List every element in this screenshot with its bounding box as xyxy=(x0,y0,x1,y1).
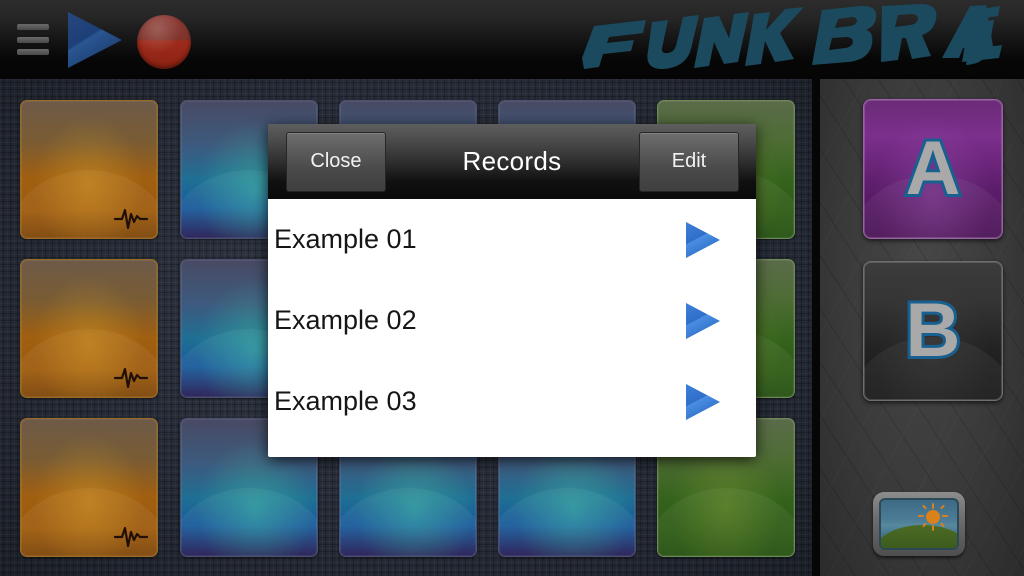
record-name: Example 02 xyxy=(274,305,417,335)
gallery-icon-image xyxy=(879,498,959,550)
pad-r3-c1[interactable] xyxy=(20,418,158,557)
record-name: Example 01 xyxy=(274,224,417,254)
gallery-sun-ray xyxy=(940,504,945,510)
menu-icon-bar xyxy=(17,24,49,30)
app-root: A B Close Records Edit Example 01 Example… xyxy=(0,0,1024,576)
pad-sheen xyxy=(658,487,794,556)
waveform-icon xyxy=(114,526,148,548)
gallery-sun-ray xyxy=(918,515,924,517)
menu-icon-bar xyxy=(17,49,49,55)
record-row[interactable]: Example 02 xyxy=(268,280,756,361)
pad-r1-c1[interactable] xyxy=(20,100,158,239)
top-toolbar xyxy=(0,0,1024,79)
records-dialog: Close Records Edit Example 01 Example 02 E… xyxy=(268,124,756,457)
bank-b-label: B xyxy=(903,288,964,373)
play-icon[interactable] xyxy=(64,9,126,71)
close-button[interactable]: Close xyxy=(286,131,386,192)
gallery-sun-ray xyxy=(922,504,927,510)
menu-icon[interactable] xyxy=(17,24,49,55)
play-icon[interactable] xyxy=(681,219,723,261)
pad-sheen xyxy=(181,487,317,556)
pad-sheen xyxy=(499,487,635,556)
play-icon[interactable] xyxy=(681,300,723,342)
bank-button-b[interactable]: B xyxy=(863,261,1003,401)
gallery-sun xyxy=(926,510,940,524)
record-row[interactable]: Example 03 xyxy=(268,361,756,442)
bank-a-label: A xyxy=(903,126,964,211)
record-name: Example 03 xyxy=(274,386,417,416)
pad-r2-c1[interactable] xyxy=(20,259,158,398)
gallery-hill xyxy=(881,524,957,548)
record-dot xyxy=(137,15,191,69)
record-row[interactable]: Example 01 xyxy=(268,199,756,280)
gallery-sun-ray xyxy=(942,515,948,517)
play-icon[interactable] xyxy=(681,381,723,423)
menu-icon-bar xyxy=(17,36,49,43)
waveform-icon xyxy=(114,367,148,389)
record-icon[interactable] xyxy=(137,15,191,69)
app-logo xyxy=(576,4,1006,76)
dialog-header: Close Records Edit xyxy=(268,124,756,199)
gallery-sun-ray xyxy=(932,525,934,531)
pad-sheen xyxy=(340,487,476,556)
gallery-sun-ray xyxy=(932,503,934,509)
records-list: Example 01 Example 02 Example 03 xyxy=(268,199,756,457)
gallery-icon[interactable] xyxy=(873,492,965,556)
bank-button-a[interactable]: A xyxy=(863,99,1003,239)
waveform-icon xyxy=(114,208,148,230)
edit-button[interactable]: Edit xyxy=(639,131,739,192)
